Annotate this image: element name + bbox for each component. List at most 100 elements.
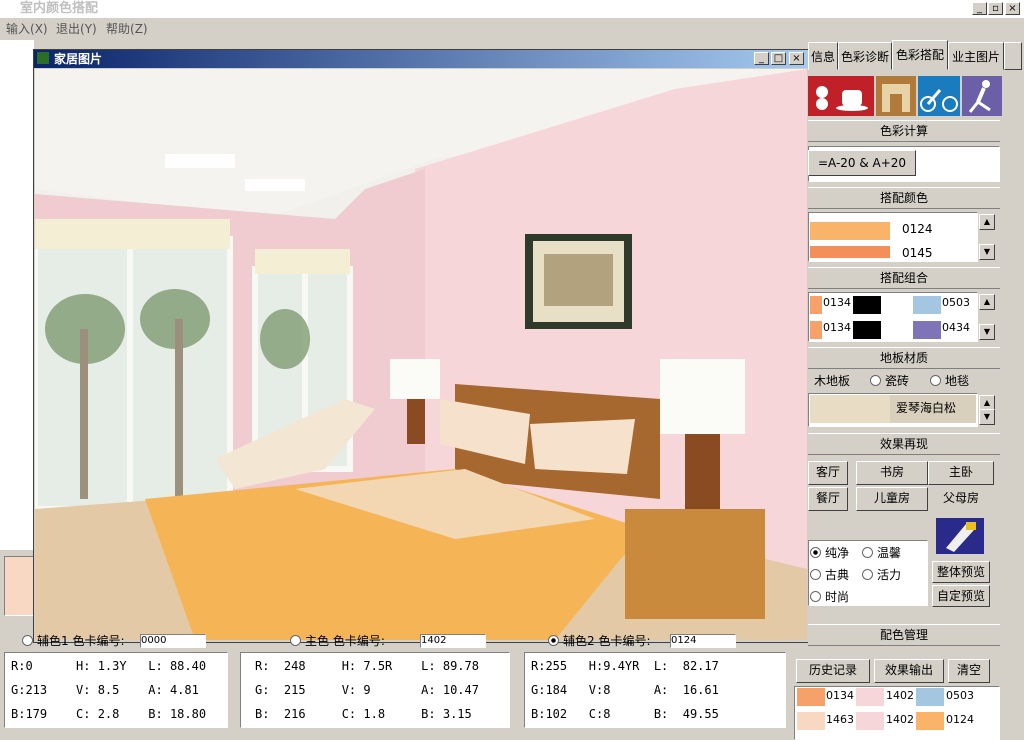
room-parents-button[interactable]: 父母房 xyxy=(928,487,994,511)
child-window-title: 家居图片 xyxy=(54,52,103,66)
calc-formula-button[interactable]: =A-20 & A+20 xyxy=(808,150,916,176)
tab-info[interactable]: 信息 xyxy=(808,42,838,70)
restore-button[interactable]: ▫ xyxy=(988,2,1003,15)
picture-icon xyxy=(37,52,49,64)
combo-2-code-c: 0434 xyxy=(942,321,970,334)
history-2-code-a: 1463 xyxy=(826,713,854,726)
room-kids-button[interactable]: 儿童房 xyxy=(856,487,928,511)
color-info-aux1: R:0 H: 1.3Y L: 88.40 G:213 V: 8.5 A: 4.8… xyxy=(4,652,228,728)
main-info-row-3: B: 216 C: 1.8 B: 3.15 xyxy=(255,707,472,721)
combo-1-swatch-b xyxy=(853,296,881,314)
main-code-field[interactable]: 1402 xyxy=(420,634,486,648)
runner-icon[interactable] xyxy=(962,76,1002,116)
effect-title: 效果再现 xyxy=(808,433,1000,455)
combo-scrollbar[interactable]: ▲ ▼ xyxy=(979,294,995,340)
menu-exit[interactable]: 退出(Y) xyxy=(56,20,97,37)
tab-owner-image[interactable]: 业主图片 xyxy=(948,42,1004,70)
match-color-scrollbar[interactable]: ▲ ▼ xyxy=(979,214,995,260)
house-image-window: 家居图片 _ □ × xyxy=(33,49,810,643)
aux2-info-row-2: G:184 V:8 A: 16.61 xyxy=(531,683,719,697)
aux2-code-field[interactable]: 0124 xyxy=(670,634,736,648)
paint-brush-icon[interactable] xyxy=(936,518,984,554)
style-vivid[interactable]: 活力 xyxy=(862,566,901,583)
combo-1-code-a: 0134 xyxy=(823,296,851,309)
room-living-button[interactable]: 客厅 xyxy=(808,461,848,485)
combo-2-swatch-b xyxy=(853,321,881,339)
history-button[interactable]: 历史记录 xyxy=(796,659,870,683)
room-dining-button[interactable]: 餐厅 xyxy=(808,487,848,511)
combo-1-code-c: 0503 xyxy=(942,296,970,309)
child-minimize-button[interactable]: _ xyxy=(754,52,769,65)
style-fashion[interactable]: 时尚 xyxy=(810,588,849,605)
child-title-bar xyxy=(34,50,809,68)
history-1-code-c: 0503 xyxy=(946,689,974,702)
style-classic[interactable]: 古典 xyxy=(810,566,849,583)
history-1-swatch-c xyxy=(916,688,944,706)
style-pure[interactable]: 纯净 xyxy=(810,544,849,561)
floor-option-tile[interactable]: 瓷砖 xyxy=(870,372,909,389)
coffee-cup-icon[interactable] xyxy=(832,76,874,116)
child-close-button[interactable]: × xyxy=(789,52,804,65)
menu-help[interactable]: 帮助(Z) xyxy=(106,20,148,37)
manage-title: 配色管理 xyxy=(808,624,1000,646)
floor-material-swatch xyxy=(810,395,890,423)
floor-option-carpet[interactable]: 地毯 xyxy=(930,372,969,389)
main-info-row-1: R: 248 H: 7.5R L: 89.78 xyxy=(255,659,479,673)
history-1-swatch-a xyxy=(797,688,825,706)
minimize-button[interactable]: _ xyxy=(972,2,987,15)
custom-preview-button[interactable]: 自定预览 xyxy=(932,585,990,607)
selected-color-swatch xyxy=(4,556,34,616)
aux1-color-label: 辅色1 色卡编号: xyxy=(22,632,125,649)
tab-color-matching[interactable]: 色彩搭配 xyxy=(892,40,948,70)
calc-panel-title: 色彩计算 xyxy=(808,120,1000,142)
aux2-info-row-3: B:102 C:8 B: 49.55 xyxy=(531,707,719,721)
history-2-code-c: 0124 xyxy=(946,713,974,726)
history-2-swatch-c xyxy=(916,712,944,730)
floor-material-name: 爱琴海白松 xyxy=(896,401,957,415)
tab-scroll[interactable] xyxy=(1004,42,1022,70)
room-study-button[interactable]: 书房 xyxy=(856,461,928,485)
room-master-button[interactable]: 主卧 xyxy=(928,461,994,485)
combo-1-swatch-a xyxy=(810,296,822,314)
aux2-color-label: 辅色2 色卡编号: xyxy=(548,632,651,649)
match-color-code-2: 0145 xyxy=(902,246,933,260)
main-color-label: 主色 色卡编号: xyxy=(290,632,385,649)
cyclist-icon[interactable] xyxy=(918,76,960,116)
match-color-title: 搭配颜色 xyxy=(808,187,1000,209)
floor-title: 地板材质 xyxy=(808,347,1000,369)
aux1-info-row-3: B:179 C: 2.8 B: 18.80 xyxy=(11,707,207,721)
combo-2-swatch-a xyxy=(810,321,822,339)
close-button[interactable]: × xyxy=(1005,2,1020,15)
tab-color-diagnosis[interactable]: 色彩诊断 xyxy=(838,42,892,70)
bedroom-image xyxy=(35,69,807,640)
history-1-swatch-b xyxy=(856,688,884,706)
match-color-swatch-1 xyxy=(810,222,890,240)
match-color-code-1: 0124 xyxy=(902,222,933,236)
title-bar-bg xyxy=(0,0,1024,18)
match-color-swatch-2 xyxy=(810,246,890,258)
export-effect-button[interactable]: 效果输出 xyxy=(874,659,944,683)
floor-scrollbar[interactable]: ▲ ▼ xyxy=(979,395,995,425)
combo-2-swatch-c xyxy=(913,321,941,339)
history-2-swatch-b xyxy=(856,712,884,730)
aux2-info-row-1: R:255 H:9.4YR L: 82.17 xyxy=(531,659,719,673)
style-warm[interactable]: 温馨 xyxy=(862,544,901,561)
aux1-code-field[interactable]: 0000 xyxy=(140,634,206,648)
combo-1-swatch-c xyxy=(913,296,941,314)
combo-title: 搭配组合 xyxy=(808,267,1000,289)
clear-button[interactable]: 清空 xyxy=(948,659,990,683)
full-preview-button[interactable]: 整体预览 xyxy=(932,561,990,583)
menu-input[interactable]: 输入(X) xyxy=(6,20,48,37)
child-maximize-button[interactable]: □ xyxy=(771,52,786,65)
history-1-code-b: 1402 xyxy=(886,689,914,702)
left-white-area xyxy=(0,40,34,550)
app-title: 室内颜色搭配 xyxy=(20,1,99,16)
history-1-code-a: 0134 xyxy=(826,689,854,702)
combo-2-code-a: 0134 xyxy=(823,321,851,334)
history-2-swatch-a xyxy=(797,712,825,730)
menu-bar xyxy=(0,18,1024,38)
main-info-row-2: G: 215 V: 9 A: 10.47 xyxy=(255,683,479,697)
arch-icon[interactable] xyxy=(876,76,916,116)
aux1-info-row-1: R:0 H: 1.3Y L: 88.40 xyxy=(11,659,207,673)
floor-option-wood[interactable]: 木地板 xyxy=(814,372,850,389)
